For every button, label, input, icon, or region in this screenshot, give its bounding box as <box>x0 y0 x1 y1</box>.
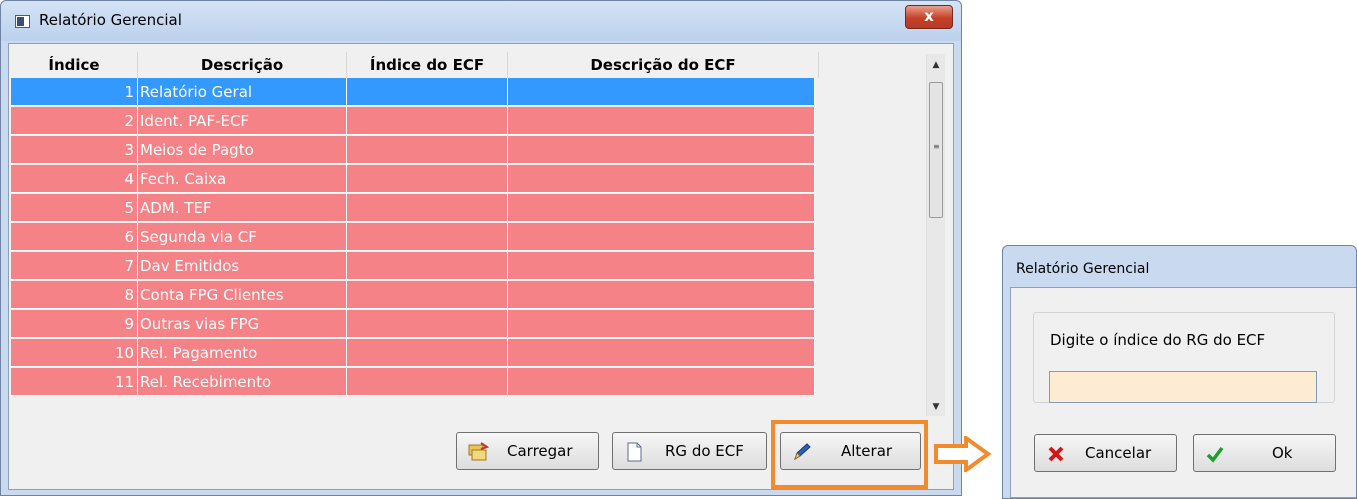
cancelar-label: Cancelar <box>1085 444 1152 462</box>
cell-descricao-ecf[interactable] <box>508 252 815 280</box>
cell-descricao[interactable]: ADM. TEF <box>138 194 347 222</box>
cell-descricao-ecf[interactable] <box>508 368 815 396</box>
cell-indice[interactable]: 7 <box>11 252 138 280</box>
rg-do-ecf-label: RG do ECF <box>665 442 744 460</box>
cell-indice[interactable]: 4 <box>11 165 138 193</box>
cell-indice-ecf[interactable] <box>347 310 508 338</box>
cell-indice[interactable]: 10 <box>11 339 138 367</box>
cell-indice[interactable]: 5 <box>11 194 138 222</box>
cell-indice[interactable]: 9 <box>11 310 138 338</box>
column-header-indice-ecf[interactable]: Índice do ECF <box>347 52 508 78</box>
cell-indice[interactable]: 3 <box>11 136 138 164</box>
dialog-client: Digite o índice do RG do ECF Cancelar Ok <box>1010 287 1356 498</box>
load-folder-icon <box>468 442 489 461</box>
column-header-descricao[interactable]: Descrição <box>138 52 347 78</box>
table-row[interactable]: 1 Relatório Geral <box>11 78 815 107</box>
cell-descricao-ecf[interactable] <box>508 281 815 309</box>
cell-indice-ecf[interactable] <box>347 223 508 251</box>
table-row[interactable]: 10 Rel. Pagamento <box>11 339 815 368</box>
cell-indice[interactable]: 2 <box>11 107 138 135</box>
table-row[interactable]: 5 ADM. TEF <box>11 194 815 223</box>
cell-descricao[interactable]: Dav Emitidos <box>138 252 347 280</box>
table-row[interactable]: 7 Dav Emitidos <box>11 252 815 281</box>
carregar-label: Carregar <box>507 442 573 460</box>
cell-descricao-ecf[interactable] <box>508 78 815 106</box>
cell-indice[interactable]: 8 <box>11 281 138 309</box>
cell-indice-ecf[interactable] <box>347 194 508 222</box>
carregar-button[interactable]: Carregar <box>456 432 599 470</box>
alterar-highlight <box>771 420 928 489</box>
cell-descricao[interactable]: Relatório Geral <box>138 78 347 106</box>
cell-descricao-ecf[interactable] <box>508 136 815 164</box>
close-button[interactable]: x <box>905 5 953 29</box>
window-title: Relatório Gerencial <box>39 11 182 29</box>
cell-indice-ecf[interactable] <box>347 78 508 106</box>
grid-header: Índice Descrição Índice do ECF Descrição… <box>11 52 819 78</box>
index-prompt-label: Digite o índice do RG do ECF <box>1050 331 1266 349</box>
cell-indice-ecf[interactable] <box>347 165 508 193</box>
cell-descricao[interactable]: Rel. Pagamento <box>138 339 347 367</box>
cell-indice[interactable]: 1 <box>11 78 138 106</box>
scroll-down-arrow-icon[interactable]: ▼ <box>927 398 945 416</box>
cell-descricao[interactable]: Fech. Caixa <box>138 165 347 193</box>
cell-indice[interactable]: 6 <box>11 223 138 251</box>
cell-descricao[interactable]: Segunda via CF <box>138 223 347 251</box>
cancelar-button[interactable]: Cancelar <box>1034 434 1177 472</box>
right-arrow-icon <box>934 436 992 472</box>
cell-descricao[interactable]: Conta FPG Clientes <box>138 281 347 309</box>
report-grid[interactable]: Índice Descrição Índice do ECF Descrição… <box>11 52 938 407</box>
cancel-x-icon <box>1048 446 1064 462</box>
scroll-thumb[interactable]: ≡ <box>929 82 943 218</box>
cell-indice[interactable]: 11 <box>11 368 138 396</box>
check-icon <box>1206 446 1224 463</box>
table-row[interactable]: 2 Ident. PAF-ECF <box>11 107 815 136</box>
cell-indice-ecf[interactable] <box>347 136 508 164</box>
cell-indice-ecf[interactable] <box>347 368 508 396</box>
cell-indice-ecf[interactable] <box>347 281 508 309</box>
ok-button[interactable]: Ok <box>1193 434 1336 472</box>
cell-indice-ecf[interactable] <box>347 252 508 280</box>
cell-descricao[interactable]: Rel. Recebimento <box>138 368 347 396</box>
cell-indice-ecf[interactable] <box>347 339 508 367</box>
cell-descricao-ecf[interactable] <box>508 107 815 135</box>
table-row[interactable]: 3 Meios de Pagto <box>11 136 815 165</box>
grip-icon: ≡ <box>933 142 940 151</box>
ecf-index-input[interactable] <box>1049 371 1317 403</box>
cell-descricao[interactable]: Meios de Pagto <box>138 136 347 164</box>
cell-descricao[interactable]: Ident. PAF-ECF <box>138 107 347 135</box>
table-row[interactable]: 9 Outras vias FPG <box>11 310 815 339</box>
table-row[interactable]: 8 Conta FPG Clientes <box>11 281 815 310</box>
cell-indice-ecf[interactable] <box>347 107 508 135</box>
table-row[interactable]: 4 Fech. Caixa <box>11 165 815 194</box>
cell-descricao-ecf[interactable] <box>508 165 815 193</box>
index-dialog: Relatório Gerencial Digite o índice do R… <box>1002 245 1357 499</box>
dialog-title: Relatório Gerencial <box>1016 261 1150 277</box>
cell-descricao-ecf[interactable] <box>508 339 815 367</box>
vertical-scrollbar[interactable]: ▲ ≡ ▼ <box>926 54 945 416</box>
index-group: Digite o índice do RG do ECF <box>1033 312 1335 403</box>
cell-descricao[interactable]: Outras vias FPG <box>138 310 347 338</box>
scroll-up-arrow-icon[interactable]: ▲ <box>927 56 945 74</box>
table-row[interactable]: 6 Segunda via CF <box>11 223 815 252</box>
table-row[interactable]: 11 Rel. Recebimento <box>11 368 815 397</box>
cell-descricao-ecf[interactable] <box>508 310 815 338</box>
window-icon <box>15 15 30 28</box>
column-header-descricao-ecf[interactable]: Descrição do ECF <box>508 52 819 78</box>
ok-label: Ok <box>1272 444 1293 462</box>
rg-do-ecf-button[interactable]: RG do ECF <box>612 432 767 470</box>
title-bar: Relatório Gerencial x <box>1 1 961 41</box>
column-header-indice[interactable]: Índice <box>11 52 138 78</box>
cell-descricao-ecf[interactable] <box>508 194 815 222</box>
cell-descricao-ecf[interactable] <box>508 223 815 251</box>
document-icon <box>627 442 642 462</box>
